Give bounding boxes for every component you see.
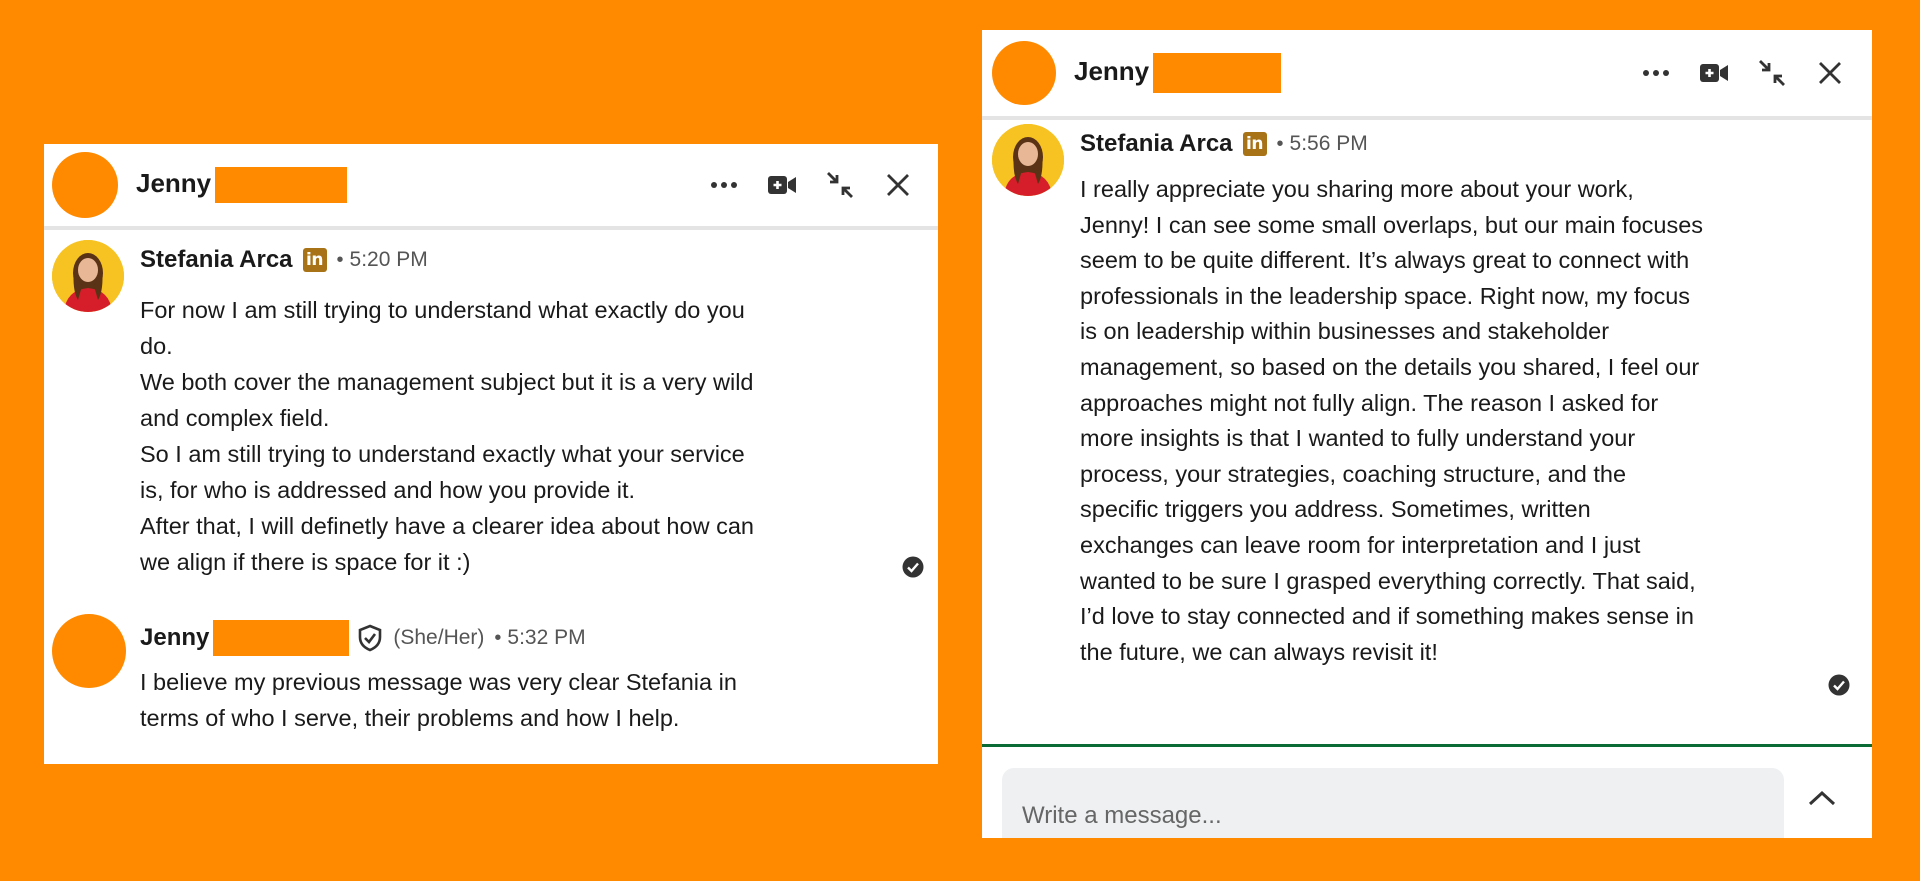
message-line: is, for who is addressed and how you pro… — [140, 477, 636, 503]
message-input[interactable] — [1022, 796, 1742, 836]
message-line: more insights is that I wanted to fully … — [1080, 425, 1636, 452]
linkedin-premium-icon: in — [302, 248, 327, 272]
sender-avatar[interactable] — [992, 124, 1064, 196]
contact-name-link[interactable]: Jenny — [136, 167, 348, 203]
message-line: management, so based on the details you … — [1080, 353, 1700, 380]
video-call-icon — [768, 176, 796, 194]
chat-window-right: Jenny Stefania Arca in • 5:56 PM I reall… — [982, 30, 1872, 838]
minimize-button[interactable] — [1756, 57, 1788, 89]
verified-shield-icon — [357, 624, 383, 652]
close-icon — [887, 174, 909, 196]
linkedin-premium-icon: in — [1242, 132, 1267, 156]
redacted-surname — [1153, 53, 1282, 93]
message-line: we align if there is space for it :) — [140, 549, 471, 575]
sender-name[interactable]: Stefania Arca — [140, 246, 293, 274]
message-line: the future, we can always revisit it! — [1080, 638, 1438, 665]
message-line: I’d love to stay connected and if someth… — [1080, 603, 1694, 630]
message-item: Stefania Arca in • 5:56 PM I really appr… — [982, 124, 1872, 724]
composer-focus-line — [982, 744, 1872, 747]
video-call-icon — [1700, 64, 1728, 82]
sender-avatar[interactable] — [52, 240, 124, 312]
message-time: 5:56 PM — [1289, 132, 1368, 155]
contact-name: Jenny — [136, 167, 212, 198]
message-line: I really appreciate you sharing more abo… — [1080, 176, 1634, 202]
more-icon — [711, 182, 737, 188]
chevron-up-icon — [1808, 790, 1836, 806]
contact-avatar[interactable] — [992, 41, 1056, 105]
contact-name: Jenny — [1074, 55, 1150, 86]
header-actions — [1640, 57, 1846, 89]
message-header: Stefania Arca in • 5:56 PM — [1080, 130, 1368, 158]
profile-photo — [52, 240, 124, 312]
chat-window-left: Jenny Stefania Arca in • 5:20 PM For now… — [44, 144, 938, 764]
message-line: professionals in the leadership space. R… — [1080, 282, 1691, 309]
message-line: wanted to be sure I grasped everything c… — [1080, 567, 1696, 594]
message-item: Jenny (She/Her) • 5:32 PM I believe my p… — [44, 612, 938, 752]
message-line: do. — [140, 333, 173, 359]
sender-name[interactable]: Stefania Arca — [1080, 130, 1233, 158]
video-call-button[interactable] — [766, 169, 798, 201]
contact-name-link[interactable]: Jenny — [1074, 53, 1282, 93]
message-time: 5:20 PM — [349, 248, 428, 271]
minimize-button[interactable] — [824, 169, 856, 201]
minimize-icon — [827, 172, 853, 198]
message-line: So I am still trying to understand exact… — [140, 441, 745, 467]
message-line: exchanges can leave room for interpretat… — [1080, 531, 1641, 558]
minimize-icon — [1759, 60, 1785, 86]
message-header: Stefania Arca in • 5:20 PM — [140, 246, 428, 274]
message-header: Jenny (She/Her) • 5:32 PM — [140, 620, 586, 656]
message-text: I believe my previous message was very c… — [140, 664, 737, 736]
separator-dot: • — [494, 626, 502, 649]
chat-header: Jenny — [44, 144, 938, 230]
more-icon — [1643, 70, 1669, 76]
redacted-surname — [213, 620, 350, 656]
expand-composer-button[interactable] — [1802, 778, 1842, 818]
close-button[interactable] — [1814, 57, 1846, 89]
more-options-button[interactable] — [1640, 57, 1672, 89]
message-text: For now I am still trying to understand … — [140, 292, 754, 580]
chat-header: Jenny — [982, 30, 1872, 120]
message-text: I really appreciate you sharing more abo… — [1080, 172, 1703, 670]
header-actions — [708, 169, 914, 201]
read-receipt-icon — [1828, 674, 1850, 696]
redacted-surname — [215, 167, 348, 203]
message-line: and complex field. — [140, 405, 330, 431]
message-line: Jenny! I can see some small overlaps, bu… — [1080, 211, 1704, 238]
message-line: For now I am still trying to understand … — [140, 297, 745, 323]
message-item: Stefania Arca in • 5:20 PM For now I am … — [44, 240, 938, 578]
message-line: terms of who I serve, their problems and… — [140, 705, 680, 731]
message-line: After that, I will definetly have a clea… — [140, 513, 754, 539]
message-line: process, your strategies, coaching struc… — [1080, 460, 1627, 487]
separator-dot: • — [336, 248, 344, 271]
message-time: 5:32 PM — [507, 626, 586, 649]
sender-name[interactable]: Jenny — [140, 624, 209, 652]
separator-dot: • — [1276, 132, 1284, 155]
message-line: I believe my previous message was very c… — [140, 669, 737, 695]
read-receipt-icon — [902, 556, 924, 578]
message-line: We both cover the management subject but… — [140, 369, 754, 395]
profile-photo — [992, 124, 1064, 196]
message-line: is on leadership within businesses and s… — [1080, 318, 1610, 345]
close-icon — [1819, 62, 1841, 84]
video-call-button[interactable] — [1698, 57, 1730, 89]
message-line: seem to be quite different. It’s always … — [1080, 247, 1690, 274]
message-composer[interactable] — [1002, 768, 1784, 838]
close-button[interactable] — [882, 169, 914, 201]
message-line: approaches might not fully align. The re… — [1080, 389, 1659, 416]
more-options-button[interactable] — [708, 169, 740, 201]
contact-avatar[interactable] — [52, 152, 118, 218]
message-line: specific triggers you address. Sometimes… — [1080, 496, 1591, 523]
sender-avatar[interactable] — [52, 614, 126, 688]
sender-pronouns: (She/Her) — [393, 626, 485, 649]
